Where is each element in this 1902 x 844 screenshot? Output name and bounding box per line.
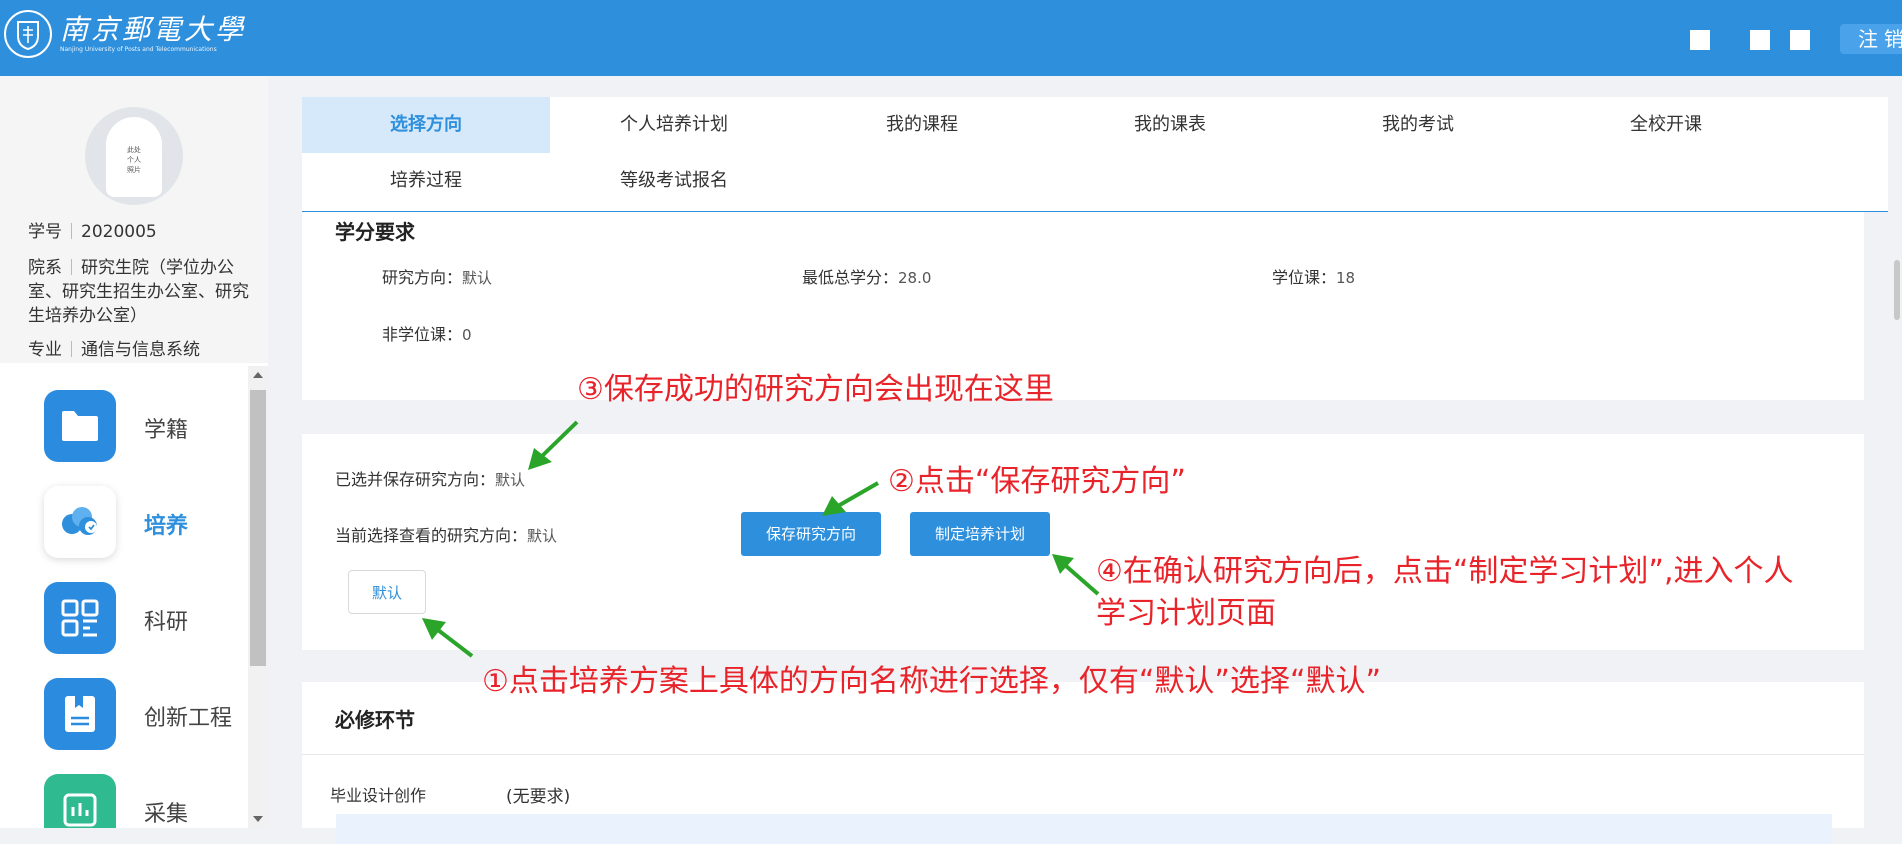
current-direction-value: 默认 [527,527,558,545]
menu-item-peiyang[interactable]: 培养 [44,486,244,558]
chart-icon [44,774,116,828]
scroll-down-icon[interactable] [253,816,263,822]
toolbar-square-icon[interactable] [1750,30,1770,50]
student-id-row: 学号 2020005 [28,220,258,244]
required-item-label: 毕业设计创作 [330,786,427,805]
major-value: 通信与信息系统 [81,340,200,360]
direction-label: 研究方向： [382,268,463,287]
tab-all-courses[interactable]: 全校开课 [1542,97,1790,153]
non-degree-value: 0 [462,326,472,344]
major-row: 专业 通信与信息系统 [28,338,258,362]
student-id-label: 学号 [28,222,62,242]
department-row: 院系 研究生院（学位办公室、研究生招生办公室、研究生培养办公室） [28,256,258,328]
user-profile: 此处个人照片 学号 2020005 院系 研究生院（学位办公室、研究生招生办公室、研… [0,76,268,363]
tab-my-courses[interactable]: 我的课程 [798,97,1046,153]
annotation-step-4-line1: ④在确认研究方向后，点击“制定学习计划”,进入个人 [1096,554,1794,589]
annotation-step-3: ③保存成功的研究方向会出现在这里 [577,372,1054,407]
tab-select-direction[interactable]: 选择方向 [302,97,550,153]
min-total-value: 28.0 [898,269,932,287]
menu-label: 采集 [144,802,189,827]
saved-direction-value: 默认 [495,471,526,489]
non-degree-credits-field: 非学位课：0 [382,321,472,345]
required-item-value: (无要求) [506,787,571,807]
menu-scrollbar[interactable] [248,366,268,828]
qr-icon [44,582,116,654]
scroll-thumb[interactable] [250,390,266,666]
menu-item-keyan[interactable]: 科研 [44,582,244,654]
menu-item-caiji[interactable]: 采集 [44,774,244,828]
student-id-value: 2020005 [81,222,157,242]
menu-label: 培养 [144,514,189,539]
folder-icon [44,390,116,462]
direction-value: 默认 [462,269,493,287]
min-total-credits-field: 最低总学分：28.0 [802,264,931,288]
divider [302,754,1864,755]
degree-label: 学位课： [1272,268,1337,287]
logo-chinese-name: 南京郵電大學 [60,13,247,46]
menu-item-xueji[interactable]: 学籍 [44,390,244,462]
tab-personal-plan[interactable]: 个人培养计划 [550,97,798,153]
department-label: 院系 [28,258,62,278]
tab-training-process[interactable]: 培养过程 [302,153,550,209]
main-menu: 学籍 培养 科研 创新工程 采集 [0,366,248,828]
university-logo[interactable]: 南京郵電大學 Nanjing University of Posts and T… [4,10,246,58]
save-direction-button[interactable]: 保存研究方向 [741,512,881,556]
emblem-icon [4,10,52,58]
required-section-title: 必修环节 [335,708,415,732]
menu-item-chuangxin[interactable]: 创新工程 [44,678,244,750]
top-bar: 南京郵電大學 Nanjing University of Posts and T… [0,0,1902,76]
saved-direction-label: 已选并保存研究方向： [335,470,496,489]
menu-label: 学籍 [144,418,189,443]
toolbar-square-icon[interactable] [1790,30,1810,50]
make-plan-button[interactable]: 制定培养计划 [910,512,1050,556]
tab-my-exams[interactable]: 我的考试 [1294,97,1542,153]
logout-button[interactable]: 注销 [1840,24,1902,54]
current-direction-label: 当前选择查看的研究方向： [335,526,528,545]
avatar-placeholder-text: 此处个人照片 [127,146,141,174]
tab-bar: 选择方向 个人培养计划 我的课程 我的课表 我的考试 全校开课 培养过程 等级考… [302,97,1888,212]
toolbar-square-icon[interactable] [1690,30,1710,50]
tab-my-schedule[interactable]: 我的课表 [1046,97,1294,153]
page-scrollbar[interactable] [1894,260,1900,320]
non-degree-label: 非学位课： [382,325,463,344]
min-total-label: 最低总学分： [802,268,899,287]
annotation-step-1: ①点击培养方案上具体的方向名称进行选择，仅有“默认”选择“默认” [482,664,1382,699]
cloud-icon [44,486,116,558]
tab-grade-exam-signup[interactable]: 等级考试报名 [550,153,798,209]
direction-option-default[interactable]: 默认 [348,570,426,614]
menu-label: 科研 [144,610,189,635]
annotation-step-4-line2: 学习计划页面 [1096,596,1276,631]
credit-requirements-title: 学分要求 [335,220,415,244]
direction-field: 研究方向：默认 [382,264,492,288]
sidebar: 此处个人照片 学号 2020005 院系 研究生院（学位办公室、研究生招生办公室、研… [0,76,268,828]
credit-requirements-card: 学分要求 研究方向：默认 最低总学分：28.0 学位课：18 非学位课：0 [302,212,1864,400]
major-label: 专业 [28,340,62,360]
degree-credits-field: 学位课：18 [1272,264,1355,288]
current-direction-field: 当前选择查看的研究方向：默认 [335,522,557,546]
saved-direction-field: 已选并保存研究方向：默认 [335,466,525,490]
avatar: 此处个人照片 [85,107,183,205]
logo-english-name: Nanjing University of Posts and Telecomm… [60,46,217,53]
annotation-step-2: ②点击“保存研究方向” [888,464,1186,499]
document-icon [44,678,116,750]
scroll-up-icon[interactable] [253,372,263,378]
required-item-table [336,814,1832,844]
degree-value: 18 [1336,269,1356,287]
required-section-card: 必修环节 毕业设计创作 (无要求) [302,682,1864,844]
menu-label: 创新工程 [144,706,233,731]
